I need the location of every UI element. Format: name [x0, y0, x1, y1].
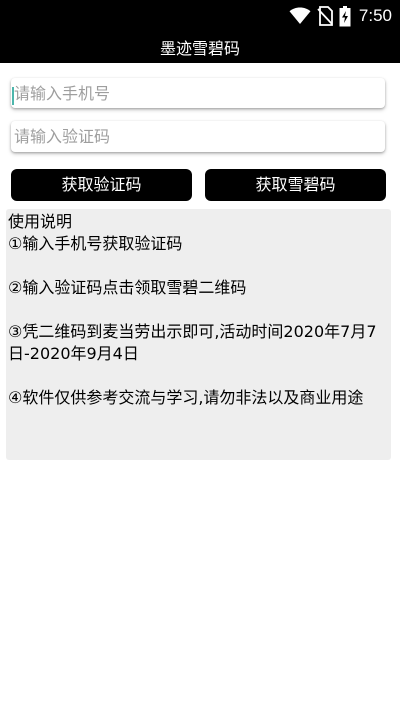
- instruction-step: ③凭二维码到麦当劳出示即可,活动时间2020年7月7日-2020年9月4日: [8, 322, 377, 363]
- verification-code-input[interactable]: [11, 121, 385, 152]
- battery-charging-icon: [339, 5, 351, 26]
- instructions-heading: 使用说明: [8, 212, 73, 231]
- title-bar: 墨迹雪碧码: [0, 33, 400, 63]
- status-time: 7:50: [358, 6, 392, 25]
- instructions-panel: 使用说明 ①输入手机号获取验证码 ②输入验证码点击领取雪碧二维码 ③凭二维码到麦…: [6, 209, 391, 460]
- text-cursor: [12, 87, 14, 105]
- get-verification-code-button[interactable]: 获取验证码: [11, 169, 192, 201]
- app-title: 墨迹雪碧码: [159, 39, 240, 58]
- instruction-step: ②输入验证码点击领取雪碧二维码: [8, 278, 247, 297]
- instruction-step: ④软件仅供参考交流与学习,请勿非法以及商业用途: [8, 388, 364, 407]
- get-sprite-code-button[interactable]: 获取雪碧码: [205, 169, 386, 201]
- phone-input[interactable]: [11, 78, 385, 108]
- instruction-step: ①输入手机号获取验证码: [8, 234, 183, 253]
- status-icons: 7:50: [289, 4, 392, 28]
- status-bar: 7:50: [0, 0, 400, 33]
- no-sim-icon: [317, 6, 333, 26]
- wifi-icon: [289, 7, 311, 24]
